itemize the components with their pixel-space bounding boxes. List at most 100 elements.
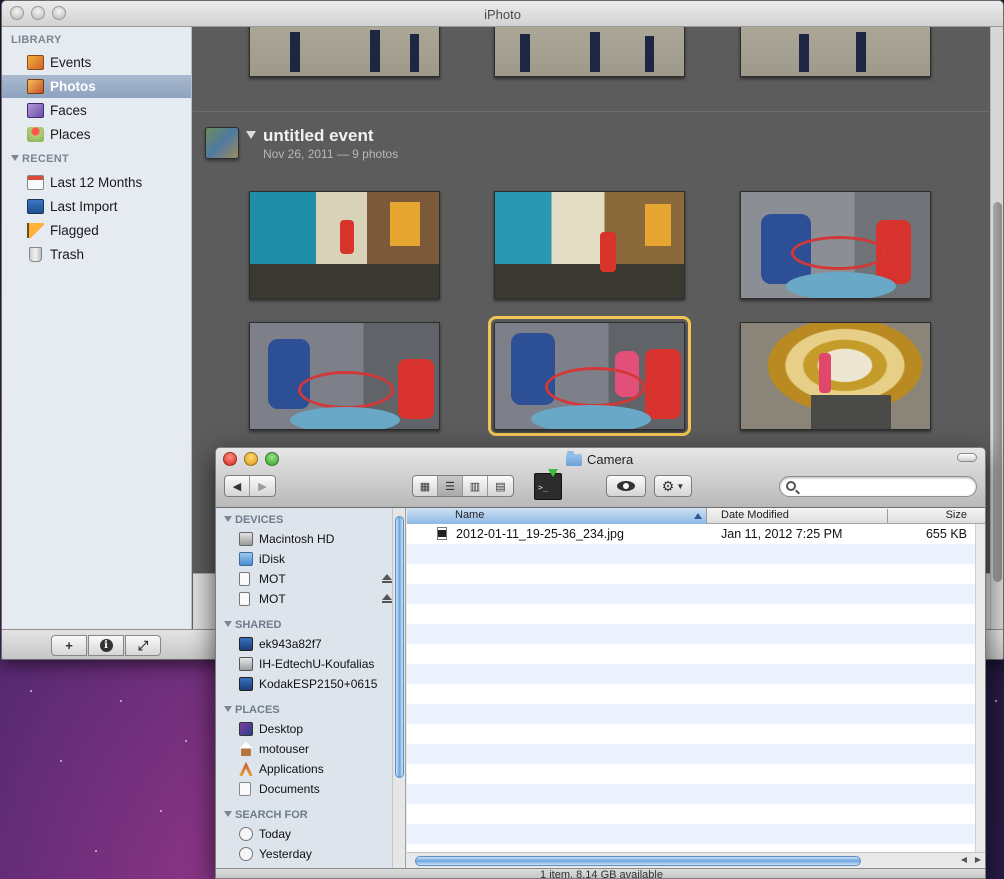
photo-thumbnail[interactable] [494,191,685,299]
scroll-right-arrow-icon[interactable]: ▶ [975,855,981,864]
sidebar-item-today[interactable]: Today [239,825,399,843]
scrollbar-thumb[interactable] [415,856,861,866]
places-header[interactable]: PLACES [224,704,280,716]
sidebar-item-places[interactable]: Places [2,123,191,146]
forward-button[interactable]: ▶ [250,476,275,496]
forward-arrow-icon: ▶ [258,480,267,493]
search-field[interactable] [779,476,977,497]
photo-thumbnail[interactable] [494,27,685,77]
sidebar-item-photos[interactable]: Photos [2,75,191,98]
library-header: LIBRARY [11,34,62,46]
sidebar-item-label: Photos [50,79,96,94]
eject-icon[interactable] [382,574,392,583]
quick-look-button[interactable] [606,475,646,497]
add-button[interactable]: + [51,635,87,656]
sidebar-item-home[interactable]: motouser [239,740,399,758]
disclosure-triangle-icon [11,155,19,161]
back-button[interactable]: ◀ [225,476,250,496]
event-separator [193,111,990,112]
horizontal-scrollbar[interactable]: ◀ ▶ [407,852,985,868]
eject-icon[interactable] [382,594,392,603]
finder-window: Camera ◀ ▶ ▦ ☰ ▥ ▤ >_ ⚙ ▼ DEVICES Macint… [215,447,986,879]
download-arrow-icon [548,469,558,477]
terminal-toolbar-button[interactable]: >_ [534,469,562,500]
list-view-button[interactable]: ☰ [438,476,463,496]
info-button[interactable]: i [88,635,124,656]
sidebar-item-label: Faces [50,103,87,118]
shared-header[interactable]: SHARED [224,619,281,631]
sidebar-item-mot[interactable]: MOT [239,570,399,588]
photo-thumbnail-selected[interactable] [488,316,691,436]
finder-toolbar: Camera ◀ ▶ ▦ ☰ ▥ ▤ >_ ⚙ ▼ [216,448,985,508]
toolbar-toggle-button[interactable] [957,453,977,462]
sidebar-item-shared-computer[interactable]: KodakESP2150+0615 [239,675,399,693]
sidebar-item-macintosh-hd[interactable]: Macintosh HD [239,530,399,548]
cover-flow-button[interactable]: ▤ [488,476,513,496]
list-view-icon: ☰ [445,480,455,493]
sidebar-item-applications[interactable]: Applications [239,760,399,778]
flag-icon [27,223,44,238]
hard-drive-icon [239,532,253,546]
back-arrow-icon: ◀ [232,480,242,493]
photo-thumbnail[interactable] [740,191,931,299]
icon-view-button[interactable]: ▦ [413,476,438,496]
sidebar-item-shared-computer[interactable]: ek943a82f7 [239,635,399,653]
column-header-size[interactable]: Size [888,509,973,523]
sidebar-scrollbar[interactable] [392,508,405,878]
zoom-button[interactable] [265,452,279,466]
table-row[interactable]: 2012-01-11_19-25-36_234.jpg Jan 11, 2012… [407,524,977,544]
sidebar-item-desktop[interactable]: Desktop [239,720,399,738]
scroll-left-arrow-icon[interactable]: ◀ [961,855,967,864]
empty-row [407,664,977,684]
events-icon [27,55,44,70]
sidebar-item-last-12-months[interactable]: Last 12 Months [2,171,191,194]
network-computer-icon [239,657,253,671]
empty-row [407,824,977,844]
photo-thumbnail[interactable] [249,322,440,430]
close-button[interactable] [223,452,237,466]
photo-thumbnail[interactable] [740,27,931,77]
eye-icon [617,481,635,491]
recent-header[interactable]: RECENT [11,153,69,165]
sidebar-item-yesterday[interactable]: Yesterday [239,845,399,863]
finder-title: Camera [566,450,633,467]
sort-ascending-icon [694,513,702,519]
iphoto-sidebar: LIBRARY Events Photos Faces Places RECEN… [2,27,192,629]
file-list-scrollbar[interactable]: ▲ ▼ [975,524,985,878]
minimize-button[interactable] [244,452,258,466]
sidebar-item-events[interactable]: Events [2,51,191,74]
action-menu-button[interactable]: ⚙ ▼ [654,475,692,497]
photo-thumbnail[interactable] [740,322,931,430]
sidebar-item-documents[interactable]: Documents [239,780,399,798]
sidebar-item-flagged[interactable]: Flagged [2,219,191,242]
search-for-header[interactable]: SEARCH FOR [224,809,308,821]
column-view-button[interactable]: ▥ [463,476,488,496]
devices-header[interactable]: DEVICES [224,514,283,526]
sidebar-item-shared-computer[interactable]: IH-EdtechU-Koufalias [239,655,399,673]
disclosure-triangle-icon[interactable] [246,131,256,139]
file-date-modified: Jan 11, 2012 7:25 PM [721,527,843,541]
sidebar-item-mot[interactable]: MOT [239,590,399,608]
sidebar-item-faces[interactable]: Faces [2,99,191,122]
sidebar-item-idisk[interactable]: iDisk [239,550,399,568]
clock-icon [239,847,253,861]
search-input[interactable] [802,479,970,494]
column-header-name[interactable]: Name [407,508,707,524]
event-title[interactable]: untitled event [263,126,374,146]
column-header-date-modified[interactable]: Date Modified [707,509,888,523]
fullscreen-button[interactable]: ⤢ [125,635,161,656]
sidebar-item-label: Events [50,55,92,70]
sidebar-item-last-import[interactable]: Last Import [2,195,191,218]
event-key-photo[interactable] [205,127,239,159]
scrollbar-thumb[interactable] [993,202,1002,582]
info-icon: i [99,639,113,652]
file-name: 2012-01-11_19-25-36_234.jpg [456,527,624,541]
chevron-down-icon: ▼ [676,481,685,491]
scrollbar-thumb[interactable] [395,516,404,778]
iphoto-titlebar[interactable]: iPhoto [2,1,1003,27]
photo-thumbnail[interactable] [249,27,440,77]
iphoto-scrollbar[interactable] [990,27,1003,629]
fullscreen-icon: ⤢ [137,637,149,653]
sidebar-item-trash[interactable]: Trash [2,243,191,266]
photo-thumbnail[interactable] [249,191,440,299]
